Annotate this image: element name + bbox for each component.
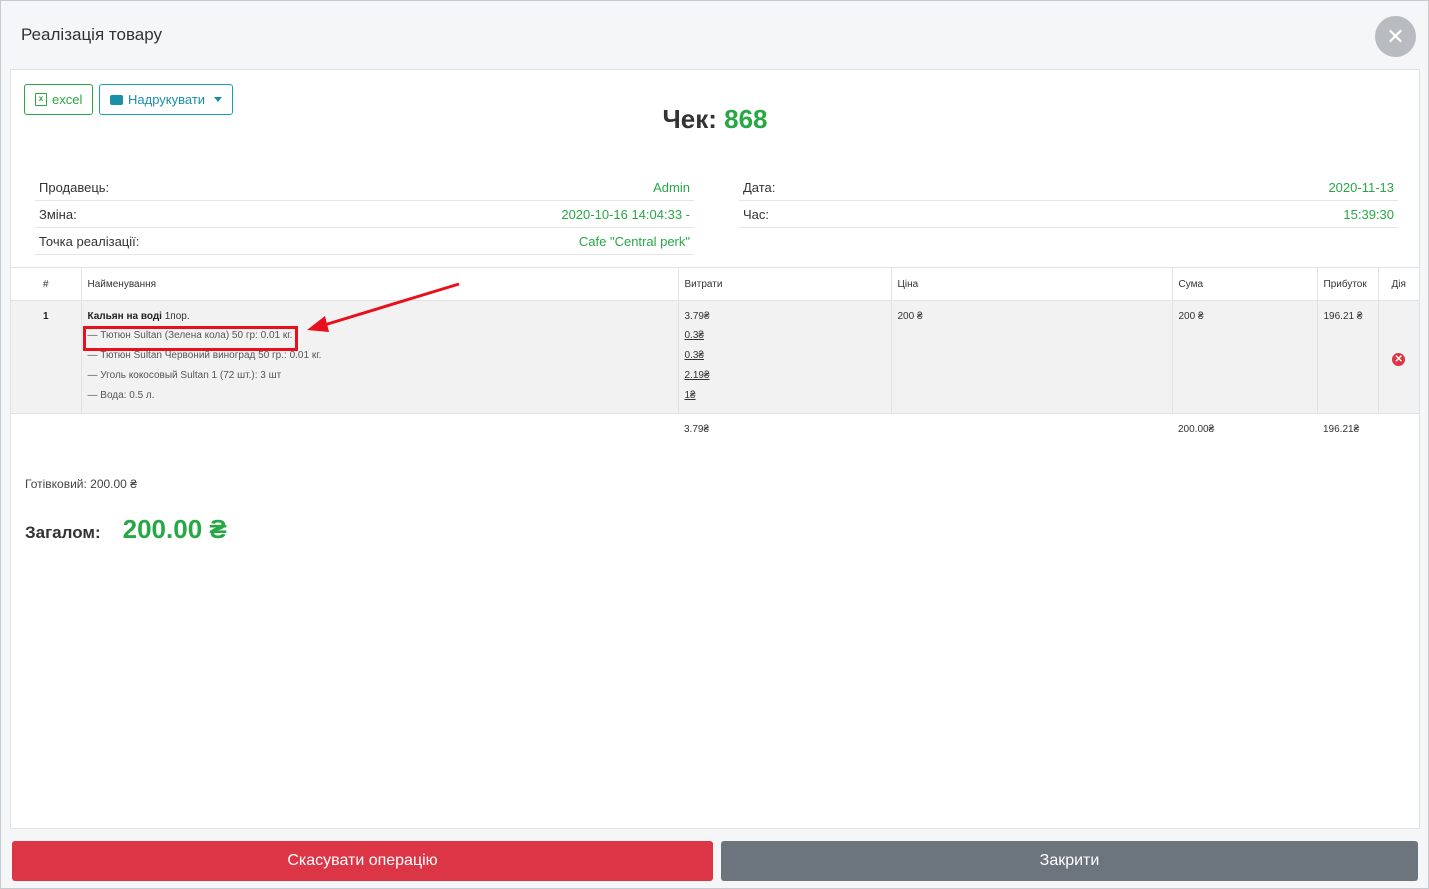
row-name: Кальян на воді bbox=[87, 311, 162, 322]
totals-empty bbox=[11, 414, 81, 448]
totals-empty bbox=[1378, 414, 1419, 448]
receipt-label: Чек: bbox=[662, 104, 717, 134]
info-label: Продавець: bbox=[39, 179, 110, 195]
chevron-down-icon bbox=[214, 97, 223, 102]
grand-total-value: 200.00 ₴ bbox=[122, 514, 227, 544]
grand-total: Загалом: 200.00 ₴ bbox=[25, 514, 227, 545]
items-table: # Найменування Витрати Ціна Сума Прибуто… bbox=[11, 267, 1419, 448]
info-value: Cafe "Central perk" bbox=[578, 233, 690, 249]
info-label: Час: bbox=[743, 206, 770, 222]
cash-payment: Готівковий: 200.00 ₴ bbox=[25, 477, 137, 491]
info-label: Дата: bbox=[743, 179, 776, 195]
col-profit: Прибуток bbox=[1317, 267, 1379, 301]
total-profit: 196.21₴ bbox=[1323, 424, 1360, 435]
info-left: Продавець: Admin Зміна: 2020-10-16 14:04… bbox=[35, 174, 694, 255]
info-row-time: Час: 15:39:30 bbox=[739, 201, 1398, 228]
row-cost: 3.79₴ bbox=[684, 311, 710, 322]
total-cost: 3.79₴ bbox=[684, 424, 710, 435]
component-cost-link[interactable]: 0.3₴ bbox=[685, 330, 885, 342]
component-cost-link[interactable]: 1₴ bbox=[685, 390, 885, 402]
modal-title: Реалізація товару bbox=[21, 25, 162, 44]
info-value: Admin bbox=[653, 179, 690, 195]
info-row-seller: Продавець: Admin bbox=[35, 174, 694, 201]
row-action-cell: ✕ bbox=[1378, 300, 1419, 414]
sale-modal: Реалізація товару ✕ x excel Надрукувати … bbox=[0, 0, 1429, 889]
component-item: — Тютюн Sultan Червоний виноград 50 гр.:… bbox=[87, 350, 322, 361]
totals-empty bbox=[81, 414, 678, 448]
total-sum: 200.00₴ bbox=[1178, 424, 1215, 435]
table-row: 1 Кальян на воді 1пор. — Тютюн Sultan (З… bbox=[11, 300, 1419, 414]
printer-icon bbox=[110, 94, 123, 105]
col-index: # bbox=[11, 267, 82, 301]
info-row-point: Точка реалізації: Cafe "Central perk" bbox=[35, 228, 694, 255]
receipt-heading: Чек: 868 bbox=[11, 104, 1419, 135]
cancel-operation-button[interactable]: Скасувати операцію bbox=[12, 841, 713, 881]
row-price: 200 ₴ bbox=[891, 300, 1173, 414]
delete-icon[interactable]: ✕ bbox=[1392, 352, 1406, 366]
receipt-number: 868 bbox=[724, 104, 768, 134]
info-label: Зміна: bbox=[39, 206, 77, 222]
info-value: 2020-11-13 bbox=[1328, 179, 1394, 195]
col-sum: Сума bbox=[1172, 267, 1318, 301]
row-index: 1 bbox=[11, 300, 82, 414]
row-profit: 196.21 ₴ bbox=[1317, 300, 1379, 414]
component-cost-link[interactable]: 2.19₴ bbox=[685, 370, 885, 382]
close-button[interactable]: Закрити bbox=[721, 841, 1418, 881]
totals-row: 3.79₴ 200.00₴ 196.21₴ bbox=[11, 414, 1419, 448]
info-value: 2020-10-16 14:04:33 - bbox=[561, 206, 690, 222]
info-row-shift: Зміна: 2020-10-16 14:04:33 - bbox=[35, 201, 694, 228]
info-value: 15:39:30 bbox=[1343, 206, 1394, 222]
component-cost-link[interactable]: 0.3₴ bbox=[685, 350, 885, 362]
row-cost-cell: 3.79₴ 0.3₴ 0.3₴ 2.19₴ 1₴ bbox=[678, 300, 892, 414]
col-action: Дія bbox=[1378, 267, 1419, 301]
table-header-row: # Найменування Витрати Ціна Сума Прибуто… bbox=[11, 267, 1419, 301]
close-icon[interactable]: ✕ bbox=[1375, 16, 1416, 57]
info-row-date: Дата: 2020-11-13 bbox=[739, 174, 1398, 201]
info-right: Дата: 2020-11-13 Час: 15:39:30 bbox=[739, 174, 1398, 228]
row-portion: 1пор. bbox=[164, 311, 190, 322]
component-item: — Вода: 0.5 л. bbox=[87, 390, 155, 401]
annotation-arrow-icon bbox=[307, 282, 460, 332]
receipt-card: x excel Надрукувати Чек: 868 Продавець: … bbox=[10, 69, 1420, 829]
grand-total-label: Загалом: bbox=[25, 523, 101, 542]
col-price: Ціна bbox=[891, 267, 1173, 301]
info-label: Точка реалізації: bbox=[39, 233, 140, 249]
col-cost: Витрати bbox=[678, 267, 892, 301]
row-sum: 200 ₴ bbox=[1172, 300, 1318, 414]
totals-empty bbox=[891, 414, 1172, 448]
annotation-highlight-box bbox=[83, 326, 298, 351]
component-item: — Уголь кокосовый Sultan 1 (72 шт.): 3 ш… bbox=[87, 370, 282, 381]
